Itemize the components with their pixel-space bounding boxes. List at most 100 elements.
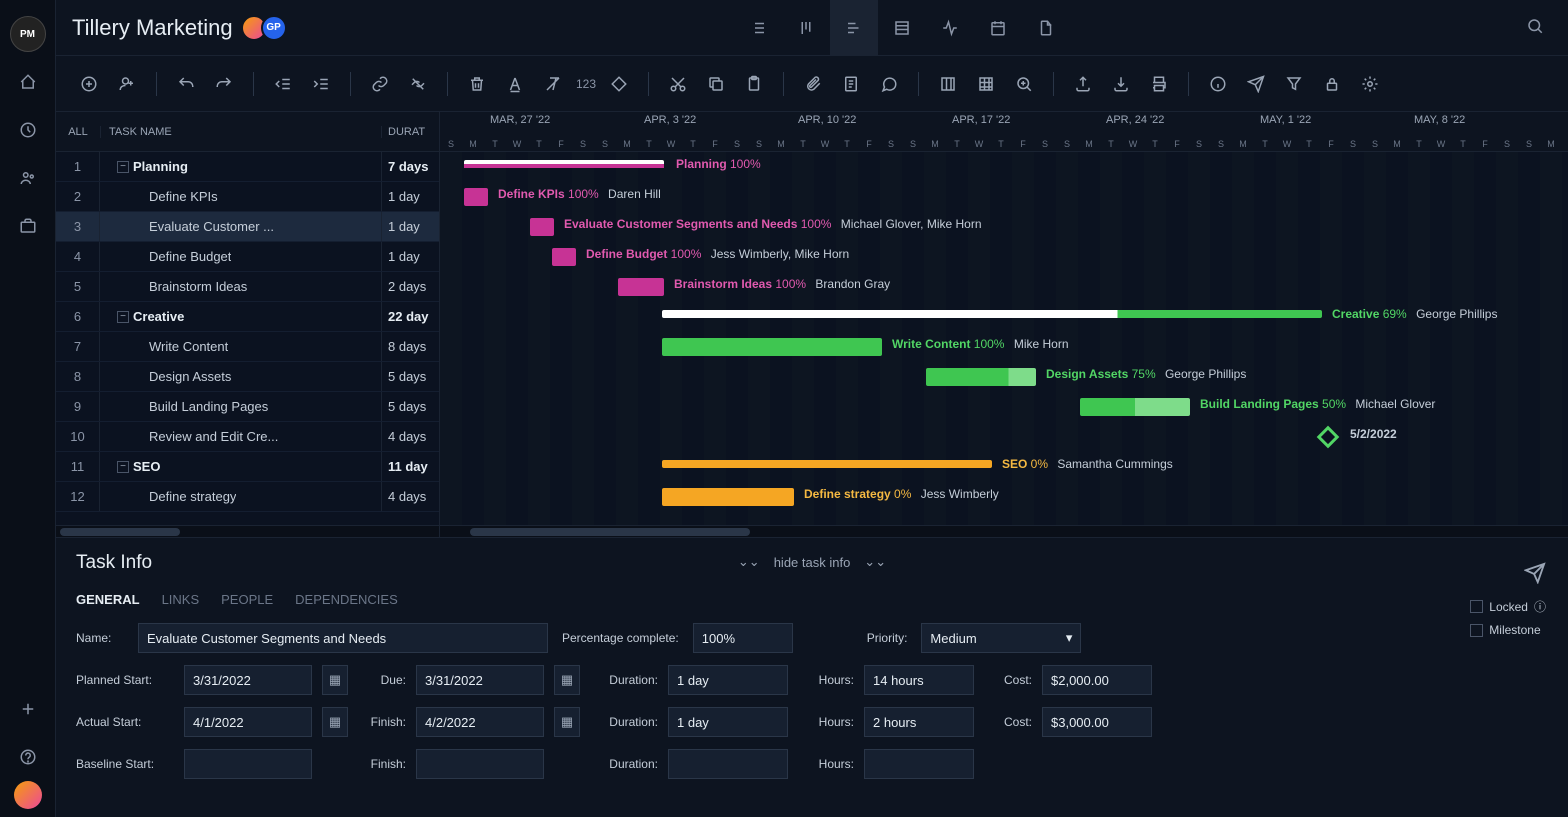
table-row[interactable]: 3 Evaluate Customer ... 1 day	[56, 212, 439, 242]
comment-icon[interactable]	[874, 69, 904, 99]
milestone-checkbox[interactable]: Milestone	[1470, 623, 1546, 637]
user-avatar[interactable]	[14, 781, 42, 809]
gantt-row[interactable]: Define strategy 0% Jess Wimberly	[440, 482, 1568, 512]
search-icon[interactable]	[1518, 9, 1552, 46]
col-duration[interactable]: DURAT	[381, 126, 439, 138]
gantt-row[interactable]: Write Content 100% Mike Horn	[440, 332, 1568, 362]
task-list-scrollbar[interactable]	[56, 525, 439, 537]
actual-start-input[interactable]	[184, 707, 312, 737]
tab-general[interactable]: GENERAL	[76, 592, 140, 607]
avatar-2[interactable]: GP	[261, 15, 287, 41]
table-row[interactable]: 1 −Planning 7 days	[56, 152, 439, 182]
info-icon[interactable]: ⓘ	[1534, 598, 1546, 615]
gantt-row[interactable]: Design Assets 75% George Phillips	[440, 362, 1568, 392]
milestone-icon[interactable]	[604, 69, 634, 99]
table-row[interactable]: 6 −Creative 22 day	[56, 302, 439, 332]
columns-icon[interactable]	[933, 69, 963, 99]
print-icon[interactable]	[1144, 69, 1174, 99]
gantt-row[interactable]: Brainstorm Ideas 100% Brandon Gray	[440, 272, 1568, 302]
indent-icon[interactable]	[306, 69, 336, 99]
gantt-row[interactable]: 5/2/2022	[440, 422, 1568, 452]
add-icon[interactable]	[10, 691, 46, 727]
gantt-bar[interactable]	[926, 368, 1036, 386]
hours-input[interactable]	[864, 665, 974, 695]
table-row[interactable]: 12 Define strategy 4 days	[56, 482, 439, 512]
col-all[interactable]: ALL	[56, 126, 100, 138]
gantt-row[interactable]: Planning 100%	[440, 152, 1568, 182]
gantt-bar[interactable]	[662, 310, 1322, 318]
settings-icon[interactable]	[1355, 69, 1385, 99]
timeline-scrollbar[interactable]	[440, 525, 1568, 537]
tab-links[interactable]: LINKS	[162, 592, 200, 607]
team-icon[interactable]	[10, 160, 46, 196]
gantt-bar[interactable]	[464, 188, 488, 206]
paste-icon[interactable]	[739, 69, 769, 99]
baseline-start-input[interactable]	[184, 749, 312, 779]
outdent-icon[interactable]	[268, 69, 298, 99]
view-workload-icon[interactable]	[926, 0, 974, 56]
undo-icon[interactable]	[171, 69, 201, 99]
duration-input[interactable]	[668, 665, 788, 695]
notes-icon[interactable]	[836, 69, 866, 99]
locked-checkbox[interactable]: Locked ⓘ	[1470, 598, 1546, 615]
task-name-input[interactable]	[138, 623, 548, 653]
baseline-finish-input[interactable]	[416, 749, 544, 779]
view-sheet-icon[interactable]	[878, 0, 926, 56]
table-row[interactable]: 10 Review and Edit Cre... 4 days	[56, 422, 439, 452]
priority-select[interactable]: Medium▾	[921, 623, 1081, 653]
lock-icon[interactable]	[1317, 69, 1347, 99]
add-person-icon[interactable]	[112, 69, 142, 99]
view-board-icon[interactable]	[782, 0, 830, 56]
gantt-row[interactable]: Define KPIs 100% Daren Hill	[440, 182, 1568, 212]
gantt-bar[interactable]	[662, 338, 882, 356]
send-icon[interactable]	[1241, 69, 1271, 99]
redo-icon[interactable]	[209, 69, 239, 99]
table-row[interactable]: 8 Design Assets 5 days	[56, 362, 439, 392]
view-files-icon[interactable]	[1022, 0, 1070, 56]
info-icon[interactable]	[1203, 69, 1233, 99]
app-logo[interactable]: PM	[10, 16, 46, 52]
gantt-row[interactable]: Evaluate Customer Segments and Needs 100…	[440, 212, 1568, 242]
gantt-row[interactable]: Creative 69% George Phillips	[440, 302, 1568, 332]
portfolio-icon[interactable]	[10, 208, 46, 244]
help-icon[interactable]	[10, 739, 46, 775]
gantt-bar[interactable]	[530, 218, 554, 236]
attach-icon[interactable]	[798, 69, 828, 99]
view-list-icon[interactable]	[734, 0, 782, 56]
milestone-marker[interactable]	[1317, 426, 1340, 449]
gantt-bar[interactable]	[662, 460, 992, 468]
hours2-input[interactable]	[864, 707, 974, 737]
gantt-row[interactable]: Build Landing Pages 50% Michael Glover	[440, 392, 1568, 422]
home-icon[interactable]	[10, 64, 46, 100]
clear-format-icon[interactable]	[538, 69, 568, 99]
tab-people[interactable]: PEOPLE	[221, 592, 273, 607]
gantt-bar[interactable]	[618, 278, 664, 296]
text-style-icon[interactable]	[500, 69, 530, 99]
calendar-icon[interactable]: ▦	[554, 665, 580, 695]
cost2-input[interactable]	[1042, 707, 1152, 737]
gantt-row[interactable]: Define Budget 100% Jess Wimberly, Mike H…	[440, 242, 1568, 272]
link-icon[interactable]	[365, 69, 395, 99]
gantt-bar[interactable]	[552, 248, 576, 266]
due-input[interactable]	[416, 665, 544, 695]
avatar-group[interactable]: GP	[247, 15, 287, 41]
calendar-icon[interactable]: ▦	[322, 707, 348, 737]
col-task-name[interactable]: TASK NAME	[100, 126, 381, 138]
view-calendar-icon[interactable]	[974, 0, 1022, 56]
table-row[interactable]: 4 Define Budget 1 day	[56, 242, 439, 272]
import-icon[interactable]	[1106, 69, 1136, 99]
timeline[interactable]: MAR, 27 '22APR, 3 '22APR, 10 '22APR, 17 …	[440, 112, 1568, 537]
baseline-duration-input[interactable]	[668, 749, 788, 779]
gantt-bar[interactable]	[1080, 398, 1190, 416]
tab-dependencies[interactable]: DEPENDENCIES	[295, 592, 398, 607]
baseline-hours-input[interactable]	[864, 749, 974, 779]
grid-icon[interactable]	[971, 69, 1001, 99]
finish-input[interactable]	[416, 707, 544, 737]
copy-icon[interactable]	[701, 69, 731, 99]
delete-icon[interactable]	[462, 69, 492, 99]
filter-icon[interactable]	[1279, 69, 1309, 99]
unlink-icon[interactable]	[403, 69, 433, 99]
add-task-icon[interactable]	[74, 69, 104, 99]
calendar-icon[interactable]: ▦	[554, 707, 580, 737]
gantt-bar[interactable]	[464, 160, 664, 168]
